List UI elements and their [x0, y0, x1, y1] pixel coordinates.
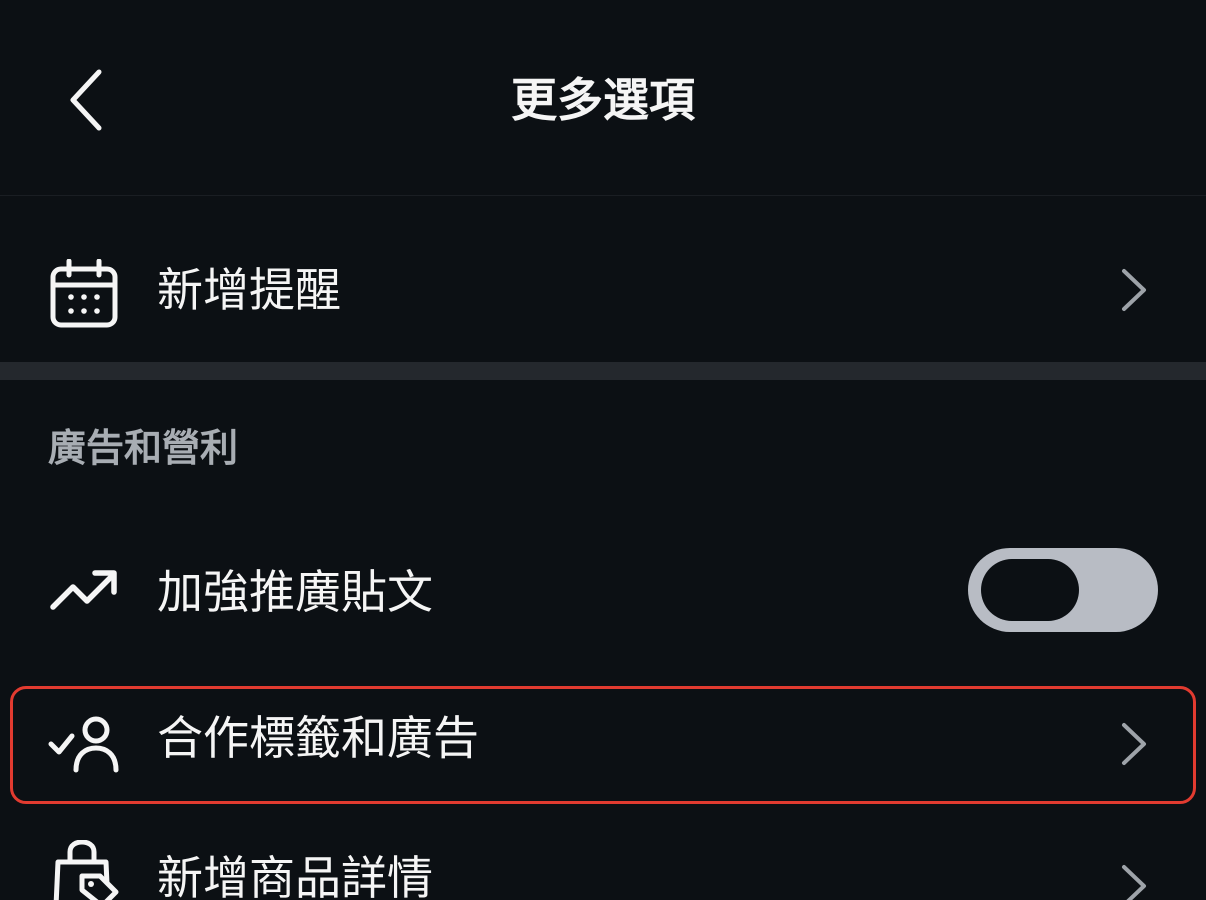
section-header-ads-monetization: 廣告和營利 — [48, 426, 239, 470]
add-reminder-label: 新增提醒 — [157, 263, 341, 317]
chevron-right-icon — [1114, 714, 1154, 774]
partnership-label-ads-label: 合作標籤和廣告 — [157, 711, 479, 765]
partnership-label-ads-row[interactable]: 合作標籤和廣告 — [0, 690, 1206, 800]
calendar-icon — [48, 258, 120, 330]
page-title: 更多選項 — [511, 73, 695, 127]
header-bar: 更多選項 — [0, 0, 1206, 196]
boost-post-toggle[interactable] — [968, 548, 1158, 632]
toggle-knob — [981, 559, 1079, 621]
shopping-bag-tag-icon — [48, 840, 120, 900]
add-product-details-row[interactable]: 新增商品詳情 — [0, 836, 1206, 900]
trending-up-icon — [48, 554, 120, 626]
add-product-details-label: 新增商品詳情 — [157, 851, 433, 900]
chevron-right-icon — [1114, 260, 1154, 320]
more-options-screen: 更多選項 新增提醒 廣告和營利 加強推廣貼文 合作標籤和廣告 新增商品詳情 — [0, 0, 1206, 900]
boost-post-label: 加強推廣貼文 — [157, 565, 433, 619]
section-divider — [0, 362, 1206, 380]
user-check-icon — [48, 708, 120, 780]
add-reminder-row[interactable]: 新增提醒 — [0, 240, 1206, 340]
chevron-right-icon — [1114, 856, 1154, 900]
